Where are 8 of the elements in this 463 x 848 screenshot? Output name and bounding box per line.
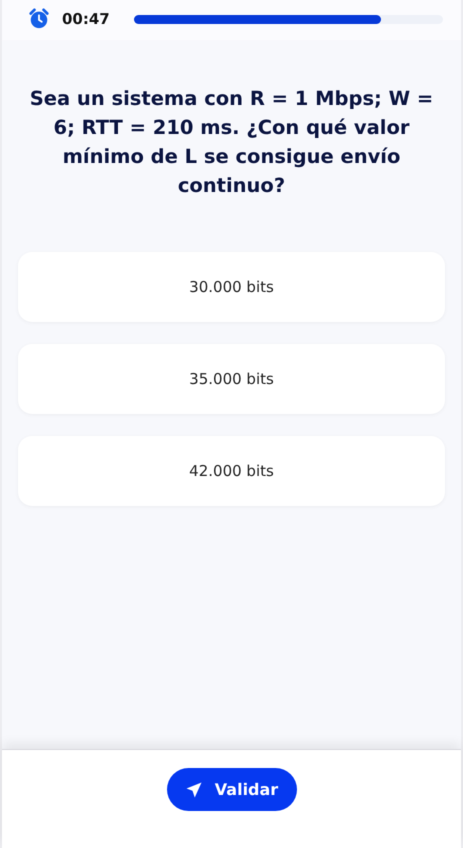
alarm-clock-icon xyxy=(28,8,50,30)
answer-option[interactable]: 35.000 bits xyxy=(18,344,445,414)
answer-option[interactable]: 42.000 bits xyxy=(18,436,445,506)
send-icon xyxy=(184,780,203,798)
answer-option[interactable]: 30.000 bits xyxy=(18,252,445,322)
question-text: Sea un sistema con R = 1 Mbps; W = 6; RTT = 210 ms. ¿Con qué valor mínimo de L se consigue envío continuo? xyxy=(28,86,434,199)
timer-text: 00:47 xyxy=(62,10,111,28)
validate-button[interactable]: Validar xyxy=(166,768,296,811)
